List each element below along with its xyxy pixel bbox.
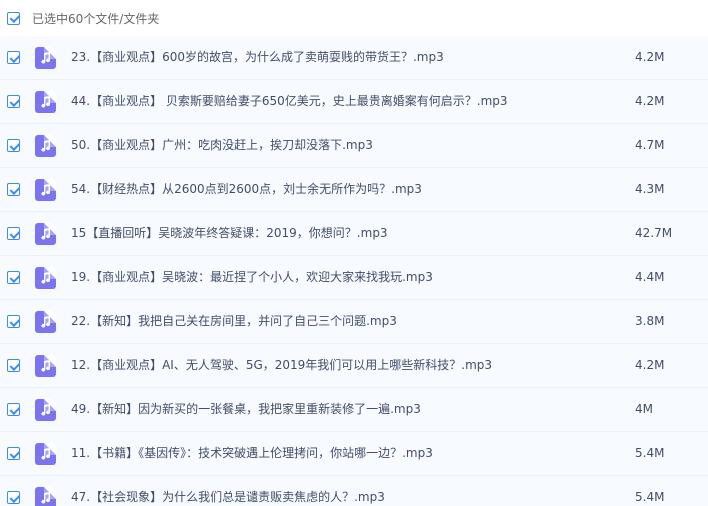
file-row-checkbox[interactable] xyxy=(7,359,20,372)
file-name[interactable]: 19.【商业观点】吴晓波：最近捏了个小人，欢迎大家来找我玩.mp3 xyxy=(71,256,433,299)
file-name[interactable]: 47.【社会现象】为什么我们总是谴责贩卖焦虑的人？.mp3 xyxy=(71,476,385,506)
music-file-icon xyxy=(35,266,56,289)
file-size: 4.3M xyxy=(635,182,665,196)
file-name[interactable]: 54.【财经热点】从2600点到2600点，刘士余无所作为吗？.mp3 xyxy=(71,168,422,211)
music-file-icon xyxy=(35,398,56,421)
file-row-checkbox[interactable] xyxy=(7,95,20,108)
file-size: 4.2M xyxy=(635,94,665,108)
file-size: 3.8M xyxy=(635,314,665,328)
file-size: 5.4M xyxy=(635,446,665,460)
file-row-checkbox[interactable] xyxy=(7,491,20,504)
file-row[interactable]: 50.【商业观点】广州：吃肉没赶上，挨刀却没落下.mp3 4.7M xyxy=(0,124,708,168)
file-name[interactable]: 44.【商业观点】 贝索斯要赔给妻子650亿美元，史上最贵离婚案有何启示？.mp… xyxy=(71,80,508,123)
file-row[interactable]: 49.【新知】因为新买的一张餐桌，我把家里重新装修了一遍.mp3 4M xyxy=(0,388,708,432)
file-size: 4M xyxy=(635,402,653,416)
file-row[interactable]: 22.【新知】我把自己关在房间里，并问了自己三个问题.mp3 3.8M xyxy=(0,300,708,344)
selection-header: 已选中60个文件/文件夹 xyxy=(0,0,708,36)
file-size: 4.4M xyxy=(635,270,665,284)
music-file-icon xyxy=(35,442,56,465)
file-name[interactable]: 15【直播回听】吴晓波年终答疑课：2019，你想问？.mp3 xyxy=(71,212,388,255)
music-file-icon xyxy=(35,222,56,245)
file-name[interactable]: 11.【书籍】《基因传》：技术突破遇上伦理拷问，你站哪一边？.mp3 xyxy=(71,432,433,475)
file-name[interactable]: 23.【商业观点】600岁的故宫，为什么成了卖萌耍贱的带货王？.mp3 xyxy=(71,36,444,79)
selection-count-label: 已选中60个文件/文件夹 xyxy=(32,11,160,26)
file-size: 4.7M xyxy=(635,138,665,152)
file-name[interactable]: 49.【新知】因为新买的一张餐桌，我把家里重新装修了一遍.mp3 xyxy=(71,388,421,431)
file-name[interactable]: 12.【商业观点】AI、无人驾驶、5G，2019年我们可以用上哪些新科技？.mp… xyxy=(71,344,492,387)
file-size: 5.4M xyxy=(635,490,665,504)
file-list-page: 已选中60个文件/文件夹 23.【商业观点】600岁的故宫，为什么成了卖萌耍贱的… xyxy=(0,0,708,506)
music-file-icon xyxy=(35,46,56,69)
file-name[interactable]: 50.【商业观点】广州：吃肉没赶上，挨刀却没落下.mp3 xyxy=(71,124,373,167)
music-file-icon xyxy=(35,134,56,157)
select-all-checkbox[interactable] xyxy=(7,11,20,25)
file-row[interactable]: 19.【商业观点】吴晓波：最近捏了个小人，欢迎大家来找我玩.mp3 4.4M xyxy=(0,256,708,300)
file-name[interactable]: 22.【新知】我把自己关在房间里，并问了自己三个问题.mp3 xyxy=(71,300,397,343)
file-size: 42.7M xyxy=(635,226,673,240)
file-row[interactable]: 44.【商业观点】 贝索斯要赔给妻子650亿美元，史上最贵离婚案有何启示？.mp… xyxy=(0,80,708,124)
file-size: 4.2M xyxy=(635,50,665,64)
file-row-checkbox[interactable] xyxy=(7,51,20,64)
file-row-checkbox[interactable] xyxy=(7,271,20,284)
file-row[interactable]: 11.【书籍】《基因传》：技术突破遇上伦理拷问，你站哪一边？.mp3 5.4M xyxy=(0,432,708,476)
music-file-icon xyxy=(35,486,56,506)
music-file-icon xyxy=(35,310,56,333)
music-file-icon xyxy=(35,178,56,201)
file-row[interactable]: 15【直播回听】吴晓波年终答疑课：2019，你想问？.mp3 42.7M xyxy=(0,212,708,256)
file-row-checkbox[interactable] xyxy=(7,403,20,416)
music-file-icon xyxy=(35,90,56,113)
file-row-checkbox[interactable] xyxy=(7,183,20,196)
file-row[interactable]: 12.【商业观点】AI、无人驾驶、5G，2019年我们可以用上哪些新科技？.mp… xyxy=(0,344,708,388)
file-row[interactable]: 47.【社会现象】为什么我们总是谴责贩卖焦虑的人？.mp3 5.4M xyxy=(0,476,708,506)
music-file-icon xyxy=(35,354,56,377)
file-row-checkbox[interactable] xyxy=(7,315,20,328)
file-size: 4.2M xyxy=(635,358,665,372)
file-row[interactable]: 54.【财经热点】从2600点到2600点，刘士余无所作为吗？.mp3 4.3M xyxy=(0,168,708,212)
file-row[interactable]: 23.【商业观点】600岁的故宫，为什么成了卖萌耍贱的带货王？.mp3 4.2M xyxy=(0,36,708,80)
file-list: 23.【商业观点】600岁的故宫，为什么成了卖萌耍贱的带货王？.mp3 4.2M 4… xyxy=(0,36,708,506)
file-row-checkbox[interactable] xyxy=(7,447,20,460)
file-row-checkbox[interactable] xyxy=(7,227,20,240)
file-row-checkbox[interactable] xyxy=(7,139,20,152)
